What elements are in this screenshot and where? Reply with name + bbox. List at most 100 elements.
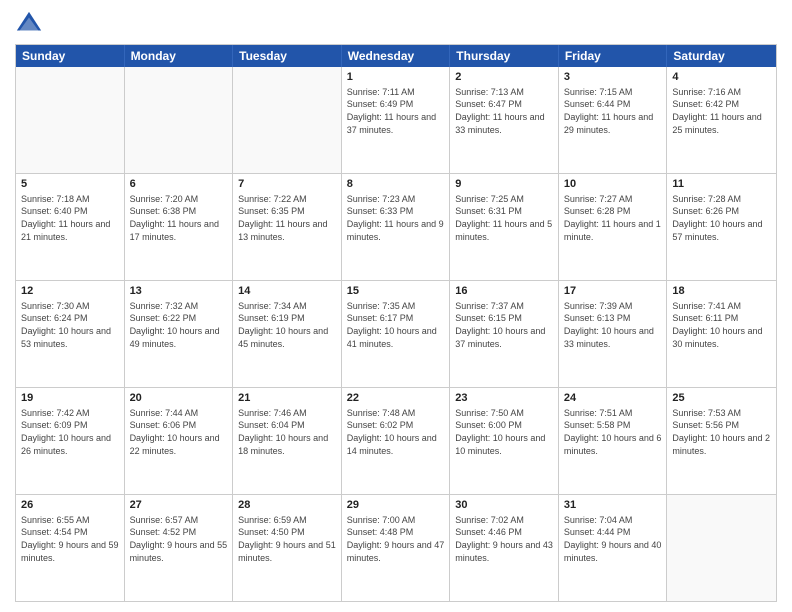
cal-cell: 29Sunrise: 7:00 AMSunset: 4:48 PMDayligh… <box>342 495 451 601</box>
header-day-sunday: Sunday <box>16 45 125 67</box>
day-number: 7 <box>238 177 336 192</box>
cal-cell: 10Sunrise: 7:27 AMSunset: 6:28 PMDayligh… <box>559 174 668 280</box>
cell-info: Sunrise: 7:34 AMSunset: 6:19 PMDaylight:… <box>238 300 336 350</box>
day-number: 31 <box>564 498 662 513</box>
day-number: 24 <box>564 391 662 406</box>
cal-cell: 13Sunrise: 7:32 AMSunset: 6:22 PMDayligh… <box>125 281 234 387</box>
cell-info: Sunrise: 7:22 AMSunset: 6:35 PMDaylight:… <box>238 193 336 243</box>
cal-cell: 7Sunrise: 7:22 AMSunset: 6:35 PMDaylight… <box>233 174 342 280</box>
cal-cell: 23Sunrise: 7:50 AMSunset: 6:00 PMDayligh… <box>450 388 559 494</box>
cell-info: Sunrise: 7:44 AMSunset: 6:06 PMDaylight:… <box>130 407 228 457</box>
cell-info: Sunrise: 7:28 AMSunset: 6:26 PMDaylight:… <box>672 193 771 243</box>
day-number: 12 <box>21 284 119 299</box>
cal-cell: 4Sunrise: 7:16 AMSunset: 6:42 PMDaylight… <box>667 67 776 173</box>
cell-info: Sunrise: 7:42 AMSunset: 6:09 PMDaylight:… <box>21 407 119 457</box>
cell-info: Sunrise: 7:23 AMSunset: 6:33 PMDaylight:… <box>347 193 445 243</box>
day-number: 2 <box>455 70 553 85</box>
day-number: 27 <box>130 498 228 513</box>
cell-info: Sunrise: 7:30 AMSunset: 6:24 PMDaylight:… <box>21 300 119 350</box>
day-number: 13 <box>130 284 228 299</box>
day-number: 8 <box>347 177 445 192</box>
header-day-monday: Monday <box>125 45 234 67</box>
cell-info: Sunrise: 7:27 AMSunset: 6:28 PMDaylight:… <box>564 193 662 243</box>
cal-cell: 11Sunrise: 7:28 AMSunset: 6:26 PMDayligh… <box>667 174 776 280</box>
cal-cell: 16Sunrise: 7:37 AMSunset: 6:15 PMDayligh… <box>450 281 559 387</box>
calendar-header: SundayMondayTuesdayWednesdayThursdayFrid… <box>16 45 776 67</box>
day-number: 16 <box>455 284 553 299</box>
cell-info: Sunrise: 6:59 AMSunset: 4:50 PMDaylight:… <box>238 514 336 564</box>
day-number: 30 <box>455 498 553 513</box>
cell-info: Sunrise: 7:11 AMSunset: 6:49 PMDaylight:… <box>347 86 445 136</box>
cal-cell: 15Sunrise: 7:35 AMSunset: 6:17 PMDayligh… <box>342 281 451 387</box>
cell-info: Sunrise: 7:41 AMSunset: 6:11 PMDaylight:… <box>672 300 771 350</box>
cal-cell: 6Sunrise: 7:20 AMSunset: 6:38 PMDaylight… <box>125 174 234 280</box>
day-number: 11 <box>672 177 771 192</box>
day-number: 6 <box>130 177 228 192</box>
day-number: 9 <box>455 177 553 192</box>
day-number: 15 <box>347 284 445 299</box>
week-row-3: 12Sunrise: 7:30 AMSunset: 6:24 PMDayligh… <box>16 281 776 388</box>
header-day-tuesday: Tuesday <box>233 45 342 67</box>
cell-info: Sunrise: 6:57 AMSunset: 4:52 PMDaylight:… <box>130 514 228 564</box>
day-number: 4 <box>672 70 771 85</box>
cal-cell: 25Sunrise: 7:53 AMSunset: 5:56 PMDayligh… <box>667 388 776 494</box>
cell-info: Sunrise: 7:37 AMSunset: 6:15 PMDaylight:… <box>455 300 553 350</box>
cal-cell <box>125 67 234 173</box>
header-day-thursday: Thursday <box>450 45 559 67</box>
day-number: 21 <box>238 391 336 406</box>
cal-cell <box>233 67 342 173</box>
day-number: 20 <box>130 391 228 406</box>
cal-cell: 2Sunrise: 7:13 AMSunset: 6:47 PMDaylight… <box>450 67 559 173</box>
cal-cell: 21Sunrise: 7:46 AMSunset: 6:04 PMDayligh… <box>233 388 342 494</box>
cal-cell: 26Sunrise: 6:55 AMSunset: 4:54 PMDayligh… <box>16 495 125 601</box>
header <box>15 10 777 38</box>
cell-info: Sunrise: 7:46 AMSunset: 6:04 PMDaylight:… <box>238 407 336 457</box>
cell-info: Sunrise: 7:02 AMSunset: 4:46 PMDaylight:… <box>455 514 553 564</box>
cal-cell <box>667 495 776 601</box>
logo <box>15 10 47 38</box>
cell-info: Sunrise: 7:13 AMSunset: 6:47 PMDaylight:… <box>455 86 553 136</box>
cal-cell: 30Sunrise: 7:02 AMSunset: 4:46 PMDayligh… <box>450 495 559 601</box>
day-number: 1 <box>347 70 445 85</box>
cal-cell: 18Sunrise: 7:41 AMSunset: 6:11 PMDayligh… <box>667 281 776 387</box>
cal-cell: 8Sunrise: 7:23 AMSunset: 6:33 PMDaylight… <box>342 174 451 280</box>
week-row-4: 19Sunrise: 7:42 AMSunset: 6:09 PMDayligh… <box>16 388 776 495</box>
cal-cell: 27Sunrise: 6:57 AMSunset: 4:52 PMDayligh… <box>125 495 234 601</box>
cal-cell: 1Sunrise: 7:11 AMSunset: 6:49 PMDaylight… <box>342 67 451 173</box>
cal-cell: 17Sunrise: 7:39 AMSunset: 6:13 PMDayligh… <box>559 281 668 387</box>
cell-info: Sunrise: 7:16 AMSunset: 6:42 PMDaylight:… <box>672 86 771 136</box>
header-day-wednesday: Wednesday <box>342 45 451 67</box>
day-number: 19 <box>21 391 119 406</box>
day-number: 29 <box>347 498 445 513</box>
week-row-5: 26Sunrise: 6:55 AMSunset: 4:54 PMDayligh… <box>16 495 776 601</box>
day-number: 26 <box>21 498 119 513</box>
cal-cell: 28Sunrise: 6:59 AMSunset: 4:50 PMDayligh… <box>233 495 342 601</box>
day-number: 10 <box>564 177 662 192</box>
week-row-2: 5Sunrise: 7:18 AMSunset: 6:40 PMDaylight… <box>16 174 776 281</box>
header-day-friday: Friday <box>559 45 668 67</box>
cell-info: Sunrise: 7:53 AMSunset: 5:56 PMDaylight:… <box>672 407 771 457</box>
page: SundayMondayTuesdayWednesdayThursdayFrid… <box>0 0 792 612</box>
calendar-body: 1Sunrise: 7:11 AMSunset: 6:49 PMDaylight… <box>16 67 776 601</box>
cal-cell <box>16 67 125 173</box>
cell-info: Sunrise: 7:15 AMSunset: 6:44 PMDaylight:… <box>564 86 662 136</box>
cell-info: Sunrise: 7:48 AMSunset: 6:02 PMDaylight:… <box>347 407 445 457</box>
cell-info: Sunrise: 7:39 AMSunset: 6:13 PMDaylight:… <box>564 300 662 350</box>
cal-cell: 24Sunrise: 7:51 AMSunset: 5:58 PMDayligh… <box>559 388 668 494</box>
cell-info: Sunrise: 7:18 AMSunset: 6:40 PMDaylight:… <box>21 193 119 243</box>
cell-info: Sunrise: 7:35 AMSunset: 6:17 PMDaylight:… <box>347 300 445 350</box>
cell-info: Sunrise: 7:00 AMSunset: 4:48 PMDaylight:… <box>347 514 445 564</box>
logo-icon <box>15 10 43 38</box>
cell-info: Sunrise: 6:55 AMSunset: 4:54 PMDaylight:… <box>21 514 119 564</box>
cell-info: Sunrise: 7:04 AMSunset: 4:44 PMDaylight:… <box>564 514 662 564</box>
cell-info: Sunrise: 7:25 AMSunset: 6:31 PMDaylight:… <box>455 193 553 243</box>
cell-info: Sunrise: 7:32 AMSunset: 6:22 PMDaylight:… <box>130 300 228 350</box>
cal-cell: 3Sunrise: 7:15 AMSunset: 6:44 PMDaylight… <box>559 67 668 173</box>
cell-info: Sunrise: 7:51 AMSunset: 5:58 PMDaylight:… <box>564 407 662 457</box>
cal-cell: 12Sunrise: 7:30 AMSunset: 6:24 PMDayligh… <box>16 281 125 387</box>
day-number: 17 <box>564 284 662 299</box>
day-number: 3 <box>564 70 662 85</box>
cal-cell: 20Sunrise: 7:44 AMSunset: 6:06 PMDayligh… <box>125 388 234 494</box>
day-number: 22 <box>347 391 445 406</box>
calendar: SundayMondayTuesdayWednesdayThursdayFrid… <box>15 44 777 602</box>
